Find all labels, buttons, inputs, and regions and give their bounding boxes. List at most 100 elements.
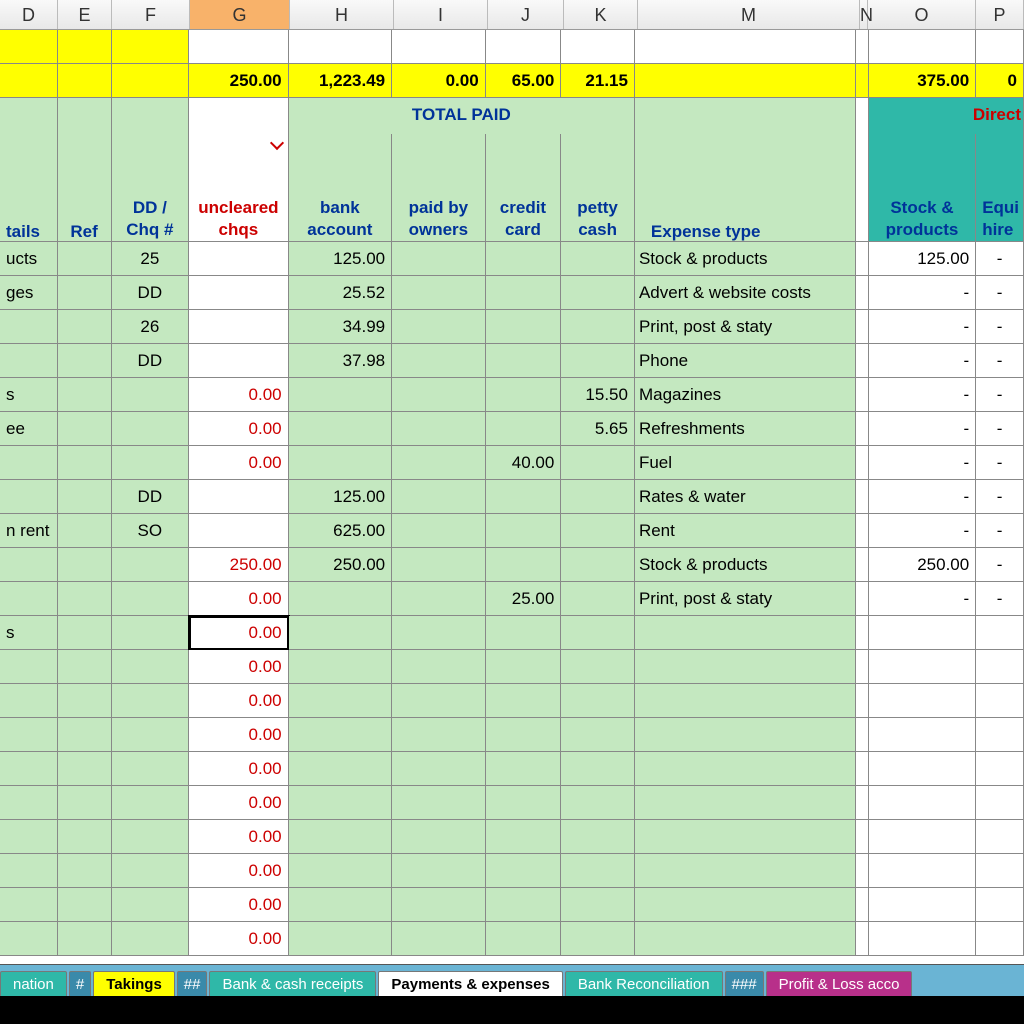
cell[interactable]: Magazines: [635, 378, 856, 412]
cell[interactable]: ges: [0, 276, 58, 310]
cell[interactable]: -: [976, 480, 1024, 514]
cell[interactable]: [112, 650, 190, 684]
cell[interactable]: [112, 888, 190, 922]
total-stock[interactable]: 375.00: [869, 64, 976, 98]
cell[interactable]: [0, 134, 58, 164]
cell[interactable]: [189, 98, 289, 134]
cell[interactable]: [856, 344, 869, 378]
cell[interactable]: [635, 786, 856, 820]
cell[interactable]: [112, 548, 190, 582]
cell[interactable]: [869, 650, 976, 684]
cell[interactable]: -: [976, 446, 1024, 480]
cell[interactable]: [635, 134, 856, 164]
cell[interactable]: 5.65: [561, 412, 635, 446]
cell[interactable]: [0, 922, 58, 956]
cell[interactable]: 37.98: [289, 344, 392, 378]
cell[interactable]: [289, 446, 392, 480]
cell[interactable]: [856, 684, 869, 718]
cell[interactable]: [561, 276, 635, 310]
cell[interactable]: [289, 854, 392, 888]
cell[interactable]: [58, 786, 112, 820]
cell[interactable]: [976, 134, 1024, 164]
cell[interactable]: 625.00: [289, 514, 392, 548]
cell[interactable]: [561, 888, 635, 922]
cell[interactable]: [561, 242, 635, 276]
cell[interactable]: [856, 310, 869, 344]
cell[interactable]: Rates & water: [635, 480, 856, 514]
cell[interactable]: [189, 310, 289, 344]
cell[interactable]: [486, 480, 562, 514]
cell[interactable]: [486, 684, 562, 718]
cell[interactable]: [486, 718, 562, 752]
cell[interactable]: [486, 378, 562, 412]
cell[interactable]: [869, 888, 976, 922]
sheet-tab[interactable]: nation: [0, 971, 67, 997]
cell[interactable]: [869, 684, 976, 718]
cell[interactable]: [561, 344, 635, 378]
cell[interactable]: [486, 242, 562, 276]
cell[interactable]: [112, 684, 190, 718]
cell[interactable]: [856, 650, 869, 684]
cell[interactable]: [289, 752, 392, 786]
cell[interactable]: [289, 786, 392, 820]
cell[interactable]: [976, 752, 1024, 786]
cell[interactable]: [392, 412, 486, 446]
cell[interactable]: [856, 64, 869, 98]
cell[interactable]: [0, 718, 58, 752]
cell[interactable]: [112, 786, 190, 820]
cell[interactable]: n rent: [0, 514, 58, 548]
cell[interactable]: [58, 378, 112, 412]
cell[interactable]: [58, 98, 112, 134]
cell[interactable]: [0, 446, 58, 480]
cell[interactable]: [856, 242, 869, 276]
cell[interactable]: [58, 134, 112, 164]
cell[interactable]: [58, 344, 112, 378]
cell[interactable]: [486, 752, 562, 786]
cell[interactable]: [58, 30, 112, 64]
cell[interactable]: [976, 30, 1024, 64]
cell[interactable]: [856, 30, 869, 64]
cell[interactable]: 0.00: [189, 650, 289, 684]
cell[interactable]: 0.00: [189, 752, 289, 786]
cell[interactable]: [976, 650, 1024, 684]
cell[interactable]: -: [976, 310, 1024, 344]
cell[interactable]: [635, 616, 856, 650]
cell[interactable]: 0.00: [189, 446, 289, 480]
cell[interactable]: [392, 616, 486, 650]
cell[interactable]: [486, 412, 562, 446]
cell[interactable]: [561, 446, 635, 480]
cell[interactable]: [635, 752, 856, 786]
cell[interactable]: [856, 378, 869, 412]
cell[interactable]: [0, 582, 58, 616]
cell[interactable]: [486, 514, 562, 548]
cell[interactable]: [856, 514, 869, 548]
cell[interactable]: [856, 854, 869, 888]
cell[interactable]: [289, 922, 392, 956]
cell[interactable]: -: [976, 378, 1024, 412]
cell[interactable]: [869, 752, 976, 786]
cell[interactable]: [486, 134, 562, 164]
cell[interactable]: [856, 412, 869, 446]
col-header-M[interactable]: M: [638, 0, 860, 29]
cell[interactable]: 0.00: [189, 582, 289, 616]
cell[interactable]: [58, 650, 112, 684]
cell[interactable]: 0.00: [189, 378, 289, 412]
cell[interactable]: [976, 616, 1024, 650]
cell[interactable]: [112, 820, 190, 854]
cell[interactable]: [561, 752, 635, 786]
cell[interactable]: [392, 514, 486, 548]
cell[interactable]: [976, 922, 1024, 956]
cell[interactable]: [289, 820, 392, 854]
cell[interactable]: [561, 820, 635, 854]
cell[interactable]: [976, 684, 1024, 718]
cell[interactable]: [58, 480, 112, 514]
col-header-E[interactable]: E: [58, 0, 112, 29]
cell[interactable]: [856, 582, 869, 616]
cell[interactable]: [856, 616, 869, 650]
cell[interactable]: -: [976, 548, 1024, 582]
cell[interactable]: -: [976, 276, 1024, 310]
cell[interactable]: Stock & products: [635, 548, 856, 582]
cell[interactable]: [856, 718, 869, 752]
cell[interactable]: [869, 820, 976, 854]
cell[interactable]: -: [976, 582, 1024, 616]
